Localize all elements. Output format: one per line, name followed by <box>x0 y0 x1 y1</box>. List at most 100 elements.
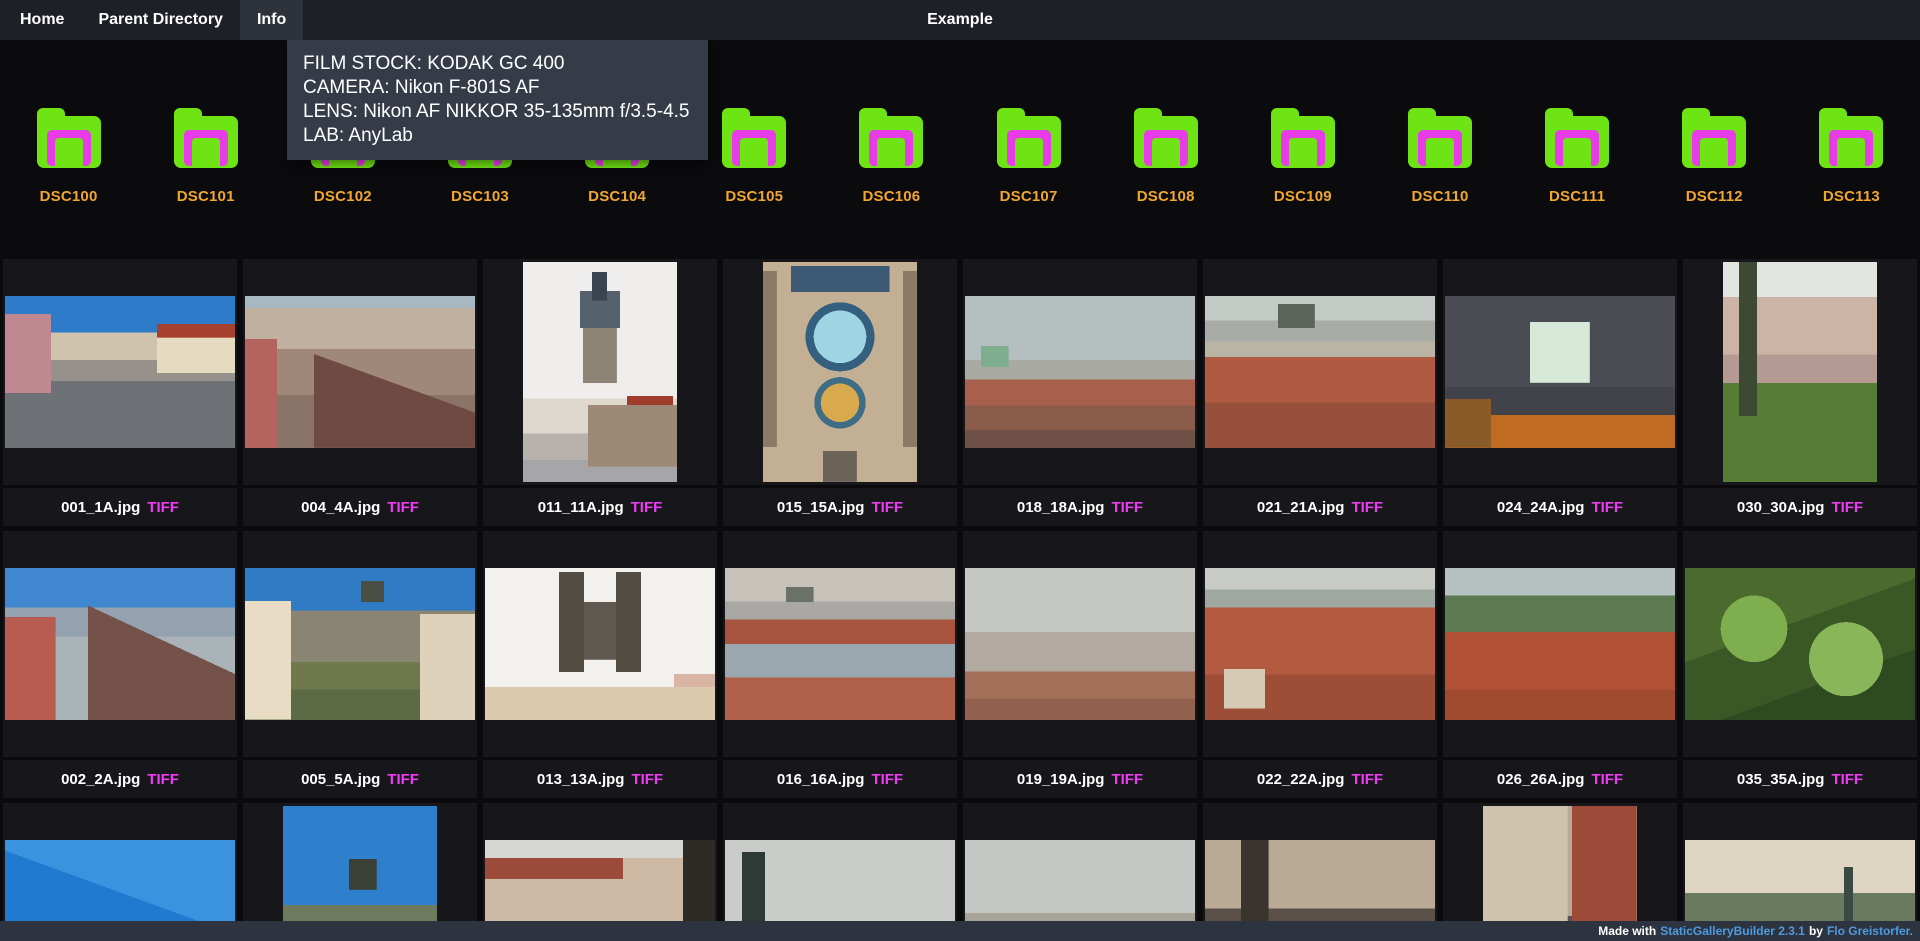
folder-icon <box>859 108 923 168</box>
folder-icon-part <box>1426 138 1454 166</box>
folder-icon <box>1271 108 1335 168</box>
photo-panel[interactable] <box>1203 259 1437 485</box>
photo-panel[interactable] <box>1683 531 1917 757</box>
photo-thumbnail[interactable] <box>1723 262 1877 482</box>
folder-item-dsc106[interactable]: DSC106 <box>823 108 960 205</box>
photo-thumbnail[interactable] <box>725 568 955 720</box>
photo-format-badge[interactable]: TIFF <box>631 771 663 788</box>
photo-label-strip: 024_24A.jpgTIFF <box>1443 488 1677 526</box>
nav-item-parent-directory[interactable]: Parent Directory <box>81 0 240 40</box>
photo-filename: 019_19A.jpg <box>1017 771 1105 788</box>
photo-format-badge[interactable]: TIFF <box>1351 771 1383 788</box>
photo-label-strip: 026_26A.jpg TIFF <box>1443 760 1677 798</box>
nav-item-home[interactable]: Home <box>3 0 81 40</box>
photo-thumbnail[interactable] <box>763 262 917 482</box>
photo-panel[interactable] <box>1203 531 1437 757</box>
photo-format-badge[interactable]: TIFF <box>387 499 419 516</box>
folder-item-dsc110[interactable]: DSC110 <box>1371 108 1508 205</box>
gallery-cell: 022_22A.jpg TIFF <box>1203 531 1437 798</box>
photo-format-badge[interactable]: TIFF <box>1831 771 1863 788</box>
folder-label: DSC101 <box>177 188 235 205</box>
folder-icon <box>1819 108 1883 168</box>
folder-item-dsc107[interactable]: DSC107 <box>960 108 1097 205</box>
photo-format-badge[interactable]: TIFF <box>387 771 419 788</box>
photo-panel[interactable] <box>483 259 717 485</box>
photo-thumbnail[interactable] <box>1205 296 1435 448</box>
folder-item-dsc113[interactable]: DSC113 <box>1783 108 1920 205</box>
photo-panel[interactable] <box>963 259 1197 485</box>
author-link[interactable]: Flo Greistorfer. <box>1827 924 1913 938</box>
photo-thumbnail[interactable] <box>5 568 235 720</box>
folder-item-dsc112[interactable]: DSC112 <box>1646 108 1783 205</box>
photo-panel[interactable] <box>1443 259 1677 485</box>
photo-thumbnail[interactable] <box>245 568 475 720</box>
photo-label-strip: 035_35A.jpg TIFF <box>1683 760 1917 798</box>
folder-icon-part <box>1563 138 1591 166</box>
folder-icon <box>1408 108 1472 168</box>
photo-thumbnail[interactable] <box>965 296 1195 448</box>
photo-label-strip: 015_15A.jpgTIFF <box>723 488 957 526</box>
photo-filename: 022_22A.jpg <box>1257 771 1345 788</box>
folder-label: DSC106 <box>862 188 920 205</box>
folder-icon <box>1134 108 1198 168</box>
photo-panel[interactable] <box>243 531 477 757</box>
tooltip-line: LENS: Nikon AF NIKKOR 35-135mm f/3.5-4.5 <box>303 100 692 124</box>
photo-format-badge[interactable]: TIFF <box>1111 499 1143 516</box>
folder-item-dsc100[interactable]: DSC100 <box>0 108 137 205</box>
folder-item-dsc108[interactable]: DSC108 <box>1097 108 1234 205</box>
folder-label: DSC100 <box>40 188 98 205</box>
photo-panel[interactable] <box>723 259 957 485</box>
gallery-cell: 024_24A.jpgTIFF <box>1443 259 1677 526</box>
photo-format-badge[interactable]: TIFF <box>1591 499 1623 516</box>
photo-thumbnail[interactable] <box>485 568 715 720</box>
photo-filename: 026_26A.jpg <box>1497 771 1585 788</box>
photo-thumbnail[interactable] <box>1685 568 1915 720</box>
folder-item-dsc101[interactable]: DSC101 <box>137 108 274 205</box>
photo-panel[interactable] <box>483 531 717 757</box>
photo-thumbnail[interactable] <box>1445 568 1675 720</box>
folder-icon-part <box>1700 138 1728 166</box>
photo-format-badge[interactable]: TIFF <box>147 499 179 516</box>
gallery-cell: 005_5A.jpgTIFF <box>243 531 477 798</box>
photo-format-badge[interactable]: TIFF <box>147 771 179 788</box>
gallery-cell: 018_18A.jpgTIFF <box>963 259 1197 526</box>
photo-label-strip: 001_1A.jpg TIFF <box>3 488 237 526</box>
photo-thumbnail[interactable] <box>523 262 677 482</box>
photo-label-strip: 018_18A.jpgTIFF <box>963 488 1197 526</box>
photo-panel[interactable] <box>723 531 957 757</box>
folder-icon <box>174 108 238 168</box>
top-nav: HomeParent DirectoryInfo Example <box>0 0 1920 40</box>
photo-format-badge[interactable]: TIFF <box>1831 499 1863 516</box>
nav-item-info[interactable]: Info <box>240 0 303 40</box>
photo-label-strip: 004_4A.jpg TIFF <box>243 488 477 526</box>
info-tooltip: FILM STOCK: KODAK GC 400CAMERA: Nikon F-… <box>287 40 708 160</box>
photo-format-badge[interactable]: TIFF <box>1351 499 1383 516</box>
photo-panel[interactable] <box>963 531 1197 757</box>
photo-panel[interactable] <box>3 531 237 757</box>
photo-filename: 004_4A.jpg <box>301 499 380 516</box>
folder-item-dsc109[interactable]: DSC109 <box>1234 108 1371 205</box>
photo-format-badge[interactable]: TIFF <box>1111 771 1143 788</box>
photo-filename: 035_35A.jpg <box>1737 771 1825 788</box>
photo-filename: 021_21A.jpg <box>1257 499 1345 516</box>
photo-thumbnail[interactable] <box>1445 296 1675 448</box>
photo-format-badge[interactable]: TIFF <box>871 771 903 788</box>
photo-panel[interactable] <box>1683 259 1917 485</box>
photo-panel[interactable] <box>3 259 237 485</box>
folder-icon-part <box>1289 138 1317 166</box>
builder-link[interactable]: StaticGalleryBuilder 2.3.1 <box>1660 924 1805 938</box>
photo-thumbnail[interactable] <box>965 568 1195 720</box>
photo-filename: 001_1A.jpg <box>61 499 140 516</box>
folder-icon-part <box>1152 138 1180 166</box>
photo-thumbnail[interactable] <box>5 296 235 448</box>
photo-format-badge[interactable]: TIFF <box>871 499 903 516</box>
photo-panel[interactable] <box>243 259 477 485</box>
photo-format-badge[interactable]: TIFF <box>1591 771 1623 788</box>
photo-thumbnail[interactable] <box>1205 568 1435 720</box>
folder-icon <box>722 108 786 168</box>
folder-item-dsc111[interactable]: DSC111 <box>1509 108 1646 205</box>
photo-thumbnail[interactable] <box>245 296 475 448</box>
photo-format-badge[interactable]: TIFF <box>631 499 663 516</box>
tooltip-line: CAMERA: Nikon F-801S AF <box>303 76 692 100</box>
photo-panel[interactable] <box>1443 531 1677 757</box>
